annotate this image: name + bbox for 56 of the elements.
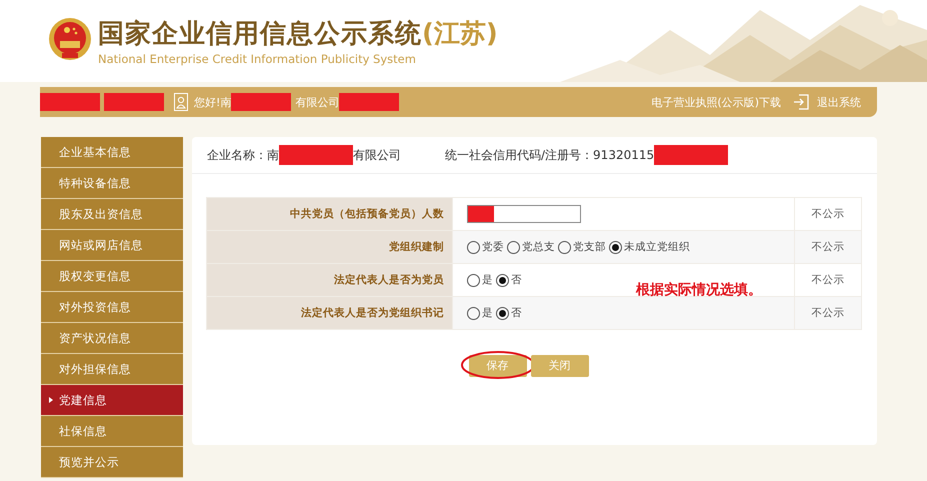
greeting-text: 有限公司 [295,94,340,110]
option-label: 是 [482,273,493,287]
sidebar-item[interactable]: 党建信息 [41,385,183,416]
field-value: 91320115 [593,148,654,162]
form-button[interactable]: 保存 [468,354,526,376]
radio-button[interactable] [558,240,571,254]
redaction-mark [104,93,164,111]
radio-button[interactable] [609,240,622,254]
greeting-text: 您好!南 [194,94,232,110]
top-link[interactable]: 电子营业执照(公示版)下载 [651,94,781,110]
radio-button[interactable] [467,240,480,254]
sidebar-item[interactable]: 网站或网店信息 [41,230,183,261]
visibility-label: 不公示 [794,296,862,330]
option-label: 否 [511,273,522,287]
region-label: (江苏) [422,18,498,51]
sidebar-item[interactable]: 对外投资信息 [41,292,183,323]
row-label: 法定代表人是否为党员 [206,264,452,296]
row-label: 法定代表人是否为党组织书记 [206,296,452,330]
annotation-text: 根据实际情况选填。 [636,281,762,299]
redaction-mark [40,93,100,111]
top-link[interactable]: 退出系统 [817,94,861,110]
sidebar-item[interactable]: 预览并公示 [41,447,183,478]
sidebar-item[interactable]: 资产状况信息 [41,323,183,354]
user-icon [174,93,188,111]
option-label: 否 [511,306,522,320]
radio-button[interactable] [507,240,520,254]
sidebar-item[interactable]: 特种设备信息 [41,168,183,199]
field-value: 有限公司 [353,146,401,164]
visibility-label: 不公示 [794,230,862,264]
redaction-mark [231,93,292,111]
sidebar-item[interactable]: 企业基本信息 [41,137,183,168]
site-title: 国家企业信用信息公示系统 [98,18,422,51]
sidebar-item[interactable]: 股东及出资信息 [41,199,183,230]
option-label: 党委 [482,240,504,254]
radio-button[interactable] [467,306,480,320]
form-button[interactable]: 关闭 [530,354,588,376]
emblem-icon [48,17,92,61]
option-label: 是 [482,306,493,320]
field-value: 南 [267,146,279,164]
option-label: 党支部 [573,240,606,254]
option-label: 未成立党组织 [624,240,690,254]
field-label: 企业名称： [207,146,267,164]
input-field[interactable] [467,205,581,223]
redaction-mark [339,93,400,111]
sidebar-item[interactable]: 社保信息 [41,416,183,447]
field-label: 统一社会信用代码/注册号： [445,146,594,164]
radio-button[interactable] [496,274,509,286]
row-label: 党组织建制 [206,230,452,264]
sidebar-item[interactable]: 对外担保信息 [41,354,183,385]
row-label: 中共党员（包括预备党员）人数 [206,198,452,230]
radio-button[interactable] [496,306,509,320]
site-subtitle: National Enterprise Credit Information Publicity System [98,52,417,66]
radio-button[interactable] [467,274,480,286]
sidebar-item[interactable]: 股权变更信息 [41,261,183,292]
caret-icon [49,397,53,403]
option-label: 党总支 [522,240,555,254]
